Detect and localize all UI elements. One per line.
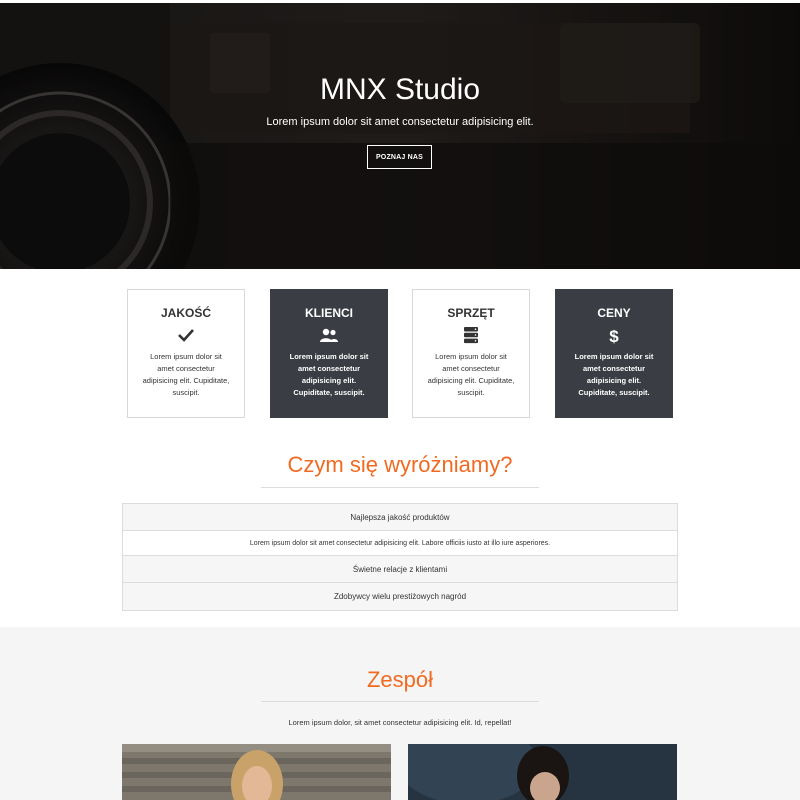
feature-card-quality: JAKOŚĆ Lorem ipsum dolor sit amet consec… (127, 289, 245, 418)
feature-card-prices: CENY $ Lorem ipsum dolor sit amet consec… (555, 289, 673, 418)
team-intro-text: Lorem ipsum dolor, sit amet consectetur … (288, 718, 512, 727)
hero-overlay (0, 3, 800, 269)
users-icon (320, 328, 338, 342)
svg-text:$: $ (609, 327, 619, 344)
team-member-photo (408, 744, 677, 800)
feature-title: SPRZĘT (447, 306, 495, 320)
why-us-heading: Czym się wyróżniamy? (287, 452, 513, 477)
why-us-accordion: Najlepsza jakość produktów Lorem ipsum d… (122, 503, 678, 611)
team-section (0, 627, 800, 800)
feature-card-equipment: SPRZĘT Lorem ipsum dolor sit amet consec… (412, 289, 530, 418)
accordion-panel-quality: Lorem ipsum dolor sit amet consectetur a… (123, 531, 677, 556)
feature-text: Lorem ipsum dolor sit amet consectetur a… (574, 352, 654, 397)
feature-title: JAKOŚĆ (160, 306, 211, 320)
team-member-photo (122, 744, 391, 800)
feature-title: CENY (597, 306, 631, 320)
accordion-item-quality[interactable]: Najlepsza jakość produktów (123, 504, 677, 531)
about-us-button[interactable]: POZNAJ NAS (367, 145, 432, 169)
feature-title: KLIENCI (305, 306, 353, 320)
hero-section: MNX Studio Lorem ipsum dolor sit amet co… (0, 3, 800, 269)
feature-card-clients: KLIENCI Lorem ipsum dolor sit amet conse… (270, 289, 388, 418)
why-us-divider (261, 487, 539, 488)
feature-text: Lorem ipsum dolor sit amet consectetur a… (289, 352, 369, 397)
team-heading: Zespół (366, 667, 434, 692)
server-icon (464, 327, 478, 344)
team-divider (261, 701, 539, 702)
check-icon (178, 329, 194, 342)
accordion-item-awards[interactable]: Zdobywcy wielu prestiżowych nagród (123, 583, 677, 610)
accordion-item-relations[interactable]: Świetne relacje z klientami (123, 556, 677, 583)
feature-text: Lorem ipsum dolor sit amet consectetur a… (142, 352, 230, 397)
hero-subtitle: Lorem ipsum dolor sit amet consectetur a… (266, 116, 534, 128)
dollar-icon: $ (609, 327, 619, 344)
feature-text: Lorem ipsum dolor sit amet consectetur a… (427, 352, 515, 397)
hero-title: MNX Studio (319, 73, 481, 106)
